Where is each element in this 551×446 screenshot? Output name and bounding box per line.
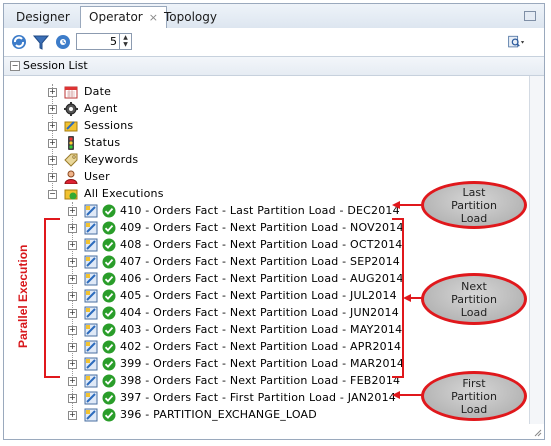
arrow-first-head [392, 391, 400, 399]
annotation-next-partition: Next Partition Load [421, 273, 527, 325]
annotation-text: Partition [451, 198, 497, 212]
annotation-text: Last [462, 185, 486, 199]
parallel-execution-label: Parallel Execution [16, 244, 30, 348]
annotation-text: Next [461, 279, 487, 293]
arrow-next-head [403, 294, 411, 302]
annotation-text: First [462, 376, 486, 390]
annotation-first-partition: First Partition Load [421, 371, 527, 421]
annotation-text: Partition [451, 292, 497, 306]
arrow-last-head [392, 201, 400, 209]
parallel-bracket-left [44, 218, 60, 378]
parallel-bracket-right [392, 218, 404, 378]
annotation-last-partition: Last Partition Load [421, 181, 527, 229]
annotation-text: Load [460, 211, 488, 225]
annotation-text: Load [460, 402, 488, 416]
annotation-text: Load [460, 305, 488, 319]
annotation-text: Partition [451, 389, 497, 403]
